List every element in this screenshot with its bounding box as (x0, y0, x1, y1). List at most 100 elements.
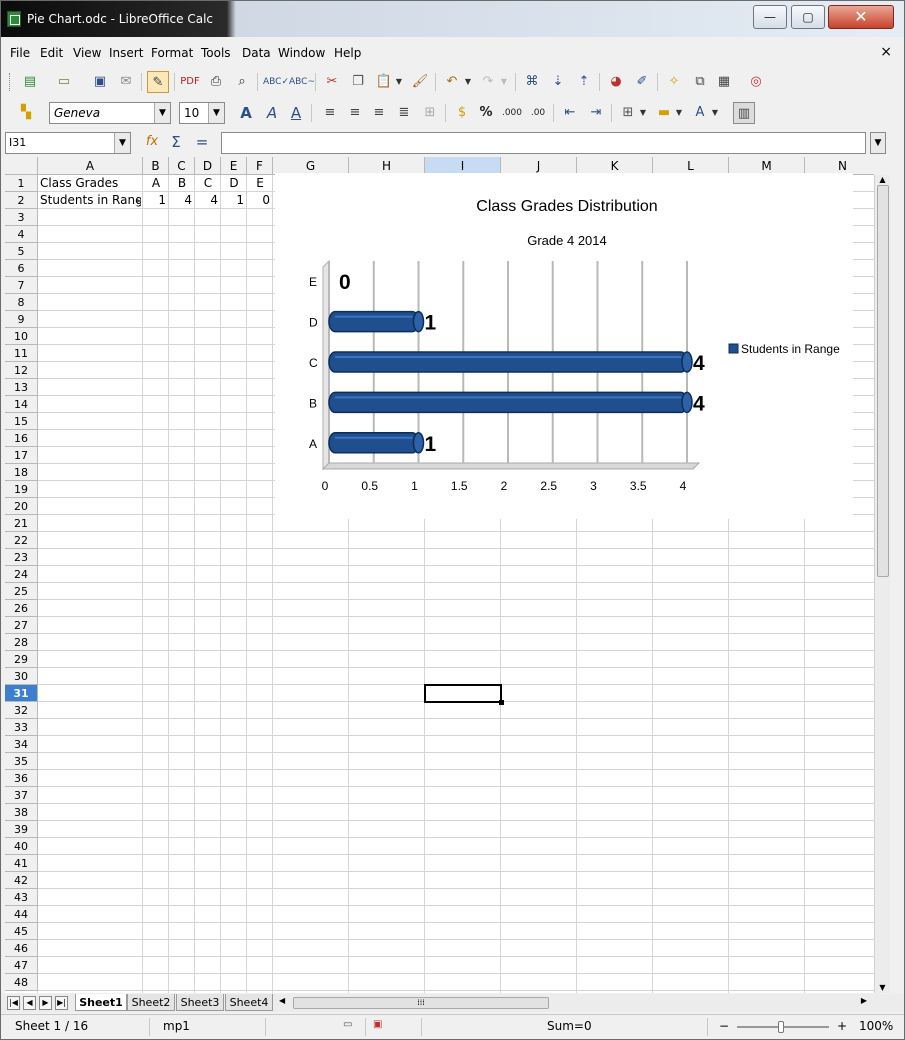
number-format-icon[interactable]: .000 (501, 102, 523, 124)
edit-file-icon[interactable]: ✎ (147, 71, 169, 93)
row-header-33[interactable]: 33 (5, 719, 38, 736)
page-style[interactable]: mp1 (163, 1019, 190, 1033)
merge-cells-icon[interactable]: ⊞ (419, 102, 441, 124)
tab-sheet2[interactable]: Sheet2 (127, 994, 175, 1011)
insert-chart-icon[interactable]: ◕ (605, 71, 627, 93)
column-header-a[interactable]: A (38, 157, 143, 175)
paste-dropdown-icon[interactable]: ▼ (394, 71, 404, 93)
borders-dropdown-icon[interactable]: ▼ (638, 102, 648, 124)
align-left-icon[interactable]: ≡ (319, 102, 341, 124)
row-header-10[interactable]: 10 (5, 328, 38, 345)
function-wizard-icon[interactable]: fx (141, 131, 163, 153)
row-header-18[interactable]: 18 (5, 464, 38, 481)
row-header-1[interactable]: 1 (5, 175, 38, 192)
navigator-icon[interactable]: ⧉ (689, 71, 711, 93)
tab-sheet1[interactable]: Sheet1 (75, 994, 127, 1011)
new-document-icon[interactable]: ▤ (19, 71, 41, 93)
percent-format-icon[interactable]: % (475, 102, 497, 124)
decrease-indent-icon[interactable]: ⇤ (559, 102, 581, 124)
row-header-2[interactable]: 2 (5, 192, 38, 209)
print-preview-icon[interactable]: ⌕ (231, 71, 253, 93)
menu-window[interactable]: Window (278, 46, 325, 60)
row-header-3[interactable]: 3 (5, 209, 38, 226)
row-header-24[interactable]: 24 (5, 566, 38, 583)
title-bar[interactable]: Pie Chart.odc - LibreOffice Calc — ▢ ✕ (1, 1, 904, 37)
row-header-8[interactable]: 8 (5, 294, 38, 311)
first-sheet-icon[interactable]: |◀ (7, 996, 20, 1010)
row-header-41[interactable]: 41 (5, 855, 38, 872)
vertical-scrollbar[interactable]: ▲ ▼ (874, 175, 890, 993)
cell-f2[interactable]: 0 (247, 192, 273, 209)
cell-d2[interactable]: 4 (195, 192, 221, 209)
vertical-scroll-thumb[interactable] (877, 185, 889, 577)
underline-icon[interactable]: A (285, 102, 307, 124)
show-draw-functions-icon[interactable]: ✐ (631, 71, 653, 93)
spellcheck-icon[interactable]: ABC✓ (263, 71, 289, 93)
row-header-9[interactable]: 9 (5, 311, 38, 328)
sum-icon[interactable]: Σ (165, 131, 187, 153)
row-header-45[interactable]: 45 (5, 923, 38, 940)
column-header-c[interactable]: C (169, 157, 195, 175)
menu-file[interactable]: File (10, 46, 30, 60)
row-header-26[interactable]: 26 (5, 600, 38, 617)
hyperlink-icon[interactable]: ⌘ (521, 71, 543, 93)
formula-icon[interactable]: = (191, 131, 213, 153)
row-header-21[interactable]: 21 (5, 515, 38, 532)
row-header-22[interactable]: 22 (5, 532, 38, 549)
row-header-15[interactable]: 15 (5, 413, 38, 430)
zoom-in-icon[interactable]: + (837, 1019, 847, 1033)
menu-format[interactable]: Format (151, 46, 193, 60)
help-icon[interactable]: ◎ (745, 71, 767, 93)
styles-formatting-icon[interactable]: ▚ (15, 102, 37, 124)
chevron-down-icon[interactable]: ▼ (154, 103, 170, 123)
background-dropdown-icon[interactable]: ▼ (674, 102, 684, 124)
row-header-36[interactable]: 36 (5, 770, 38, 787)
zoom-level[interactable]: 100% (859, 1019, 893, 1033)
italic-icon[interactable]: A (261, 102, 283, 124)
tab-sheet3[interactable]: Sheet3 (176, 994, 224, 1011)
row-header-43[interactable]: 43 (5, 889, 38, 906)
menu-tools[interactable]: Tools (201, 46, 231, 60)
cell-b1[interactable]: A (143, 175, 169, 192)
autospellcheck-icon[interactable]: ABC~ (289, 71, 315, 93)
open-folder-icon[interactable]: ▭ (53, 71, 75, 93)
font-color-dropdown-icon[interactable]: ▼ (710, 102, 720, 124)
cell-a2[interactable]: Students in Range (40, 192, 141, 209)
cell-c1[interactable]: B (169, 175, 195, 192)
paste-icon[interactable]: 📋 (373, 71, 395, 93)
align-right-icon[interactable]: ≡ (368, 102, 390, 124)
sort-descending-icon[interactable]: ⇡ (573, 71, 595, 93)
zoom-slider-thumb[interactable] (778, 1021, 784, 1033)
row-header-12[interactable]: 12 (5, 362, 38, 379)
font-color-icon[interactable]: A (689, 102, 711, 124)
cell-d1[interactable]: C (195, 175, 221, 192)
row-header-7[interactable]: 7 (5, 277, 38, 294)
row-header-30[interactable]: 30 (5, 668, 38, 685)
clone-formatting-icon[interactable]: 🖌 (409, 71, 431, 93)
cell-b2[interactable]: 1 (143, 192, 169, 209)
embedded-chart[interactable]: Class Grades Distribution Grade 4 2014 0 0.… (275, 173, 853, 519)
row-header-48[interactable]: 48 (5, 974, 38, 991)
row-header-14[interactable]: 14 (5, 396, 38, 413)
align-center-icon[interactable]: ≡ (344, 102, 366, 124)
cell-e2[interactable]: 1 (221, 192, 247, 209)
column-header-b[interactable]: B (143, 157, 169, 175)
find-replace-icon[interactable]: ✧ (663, 71, 685, 93)
row-header-37[interactable]: 37 (5, 787, 38, 804)
cell-cursor[interactable] (424, 684, 504, 705)
font-size-combo[interactable]: 10 ▼ (179, 102, 225, 124)
expand-formula-icon[interactable]: ▼ (870, 132, 886, 154)
row-header-27[interactable]: 27 (5, 617, 38, 634)
cut-icon[interactable]: ✂ (321, 71, 343, 93)
menu-view[interactable]: View (73, 46, 101, 60)
undo-dropdown-icon[interactable]: ▼ (463, 71, 473, 93)
increase-indent-icon[interactable]: ⇥ (585, 102, 607, 124)
borders-icon[interactable]: ⊞ (617, 102, 639, 124)
menu-edit[interactable]: Edit (40, 46, 63, 60)
menu-insert[interactable]: Insert (109, 46, 143, 60)
row-header-39[interactable]: 39 (5, 821, 38, 838)
fill-handle[interactable] (499, 700, 504, 705)
chevron-down-icon[interactable]: ▼ (208, 103, 224, 123)
scroll-up-icon[interactable]: ▲ (875, 175, 890, 185)
row-header-34[interactable]: 34 (5, 736, 38, 753)
